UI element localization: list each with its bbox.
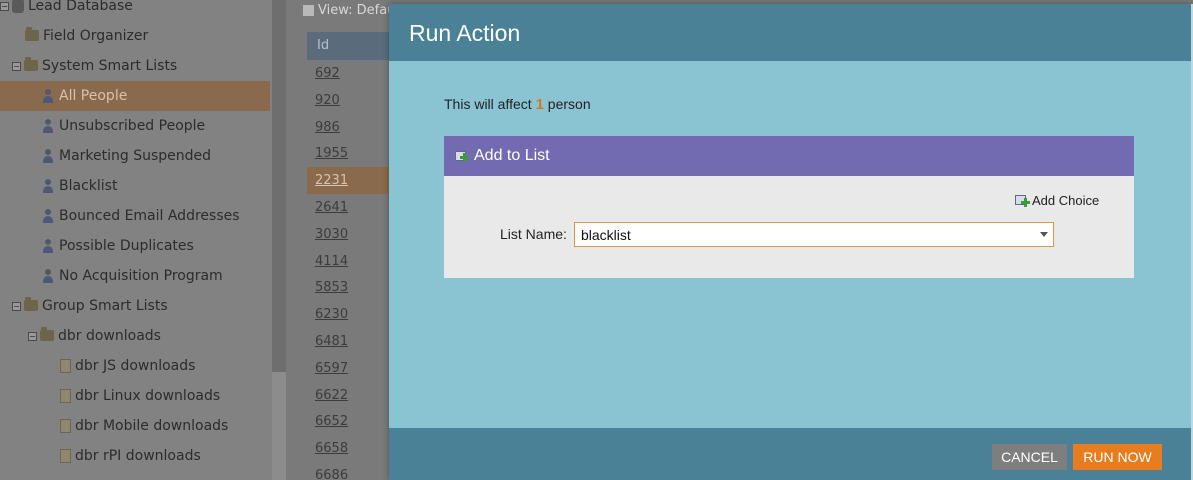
blocked-person-icon	[41, 179, 55, 193]
panel-header: Add to List	[444, 136, 1134, 176]
tree-item-label: Bounced Email Addresses	[59, 208, 240, 224]
grid-view-icon	[303, 5, 314, 16]
tree-item[interactable]: dbr Linux downloads	[0, 381, 220, 411]
panel-title: Add to List	[474, 147, 550, 164]
document-icon	[60, 389, 71, 403]
tree-item-label: Lead Database	[28, 0, 133, 14]
people-icon	[41, 89, 55, 103]
tree-item-label: Marketing Suspended	[59, 148, 212, 164]
tree-item-label: Possible Duplicates	[59, 238, 194, 254]
tree-item[interactable]: − dbr downloads	[0, 321, 161, 351]
document-icon	[60, 359, 71, 373]
add-to-list-icon	[455, 150, 469, 162]
add-choice-label: Add Choice	[1032, 193, 1100, 208]
tree-item-label: System Smart Lists	[42, 58, 178, 74]
tree-item[interactable]: Unsubscribed People	[0, 111, 205, 141]
folder-icon	[25, 26, 39, 41]
tree-item-label: Group Smart Lists	[42, 298, 168, 314]
affect-suffix: person	[547, 96, 591, 112]
tree-item-label: Blacklist	[59, 178, 118, 194]
tree-item[interactable]: Marketing Suspended	[0, 141, 211, 171]
run-action-dialog: Run Action This will affect 1 person Add…	[389, 4, 1192, 480]
tree-scrollbar-thumb[interactable]	[272, 0, 286, 372]
tree-item-label: dbr JS downloads	[75, 358, 196, 374]
dialog-footer: CANCEL RUN NOW	[389, 428, 1192, 480]
tree-item[interactable]: All People	[0, 81, 270, 111]
lead-database-tree: − Lead Database Field Organizer − System Sma…	[0, 0, 272, 480]
tree-item-label: No Acquisition Program	[59, 268, 223, 284]
run-now-button[interactable]: RUN NOW	[1073, 444, 1162, 470]
tree-item[interactable]: − Group Smart Lists	[0, 291, 168, 321]
cancel-button[interactable]: CANCEL	[992, 444, 1067, 470]
database-icon	[12, 0, 24, 13]
tree-item[interactable]: Field Organizer	[0, 21, 148, 51]
chevron-down-icon[interactable]	[1040, 232, 1048, 237]
folder-icon	[40, 326, 54, 341]
folder-icon	[24, 56, 38, 71]
affect-prefix: This will affect	[444, 96, 532, 112]
affect-count: 1	[535, 96, 544, 113]
tree-item-label: dbr Mobile downloads	[75, 418, 229, 434]
tree-item-label: dbr rPI downloads	[75, 448, 201, 464]
collapse-toggle-icon[interactable]: −	[12, 61, 21, 71]
person-icon	[41, 269, 55, 283]
person-icon	[41, 239, 55, 253]
person-icon	[41, 149, 55, 163]
person-icon	[41, 119, 55, 133]
tree-item[interactable]: Blacklist	[0, 171, 117, 201]
add-to-list-panel: Add to List Add Choice List Name:	[444, 136, 1134, 278]
collapse-toggle-icon[interactable]: −	[28, 331, 37, 341]
list-name-label: List Name:	[500, 226, 567, 242]
collapse-toggle-icon[interactable]: −	[0, 1, 9, 11]
document-icon	[60, 449, 71, 463]
add-choice-icon	[1015, 194, 1030, 207]
tree-item[interactable]: dbr JS downloads	[0, 351, 195, 381]
tree-item[interactable]: No Acquisition Program	[0, 261, 223, 291]
tree-item-label: dbr Linux downloads	[75, 388, 221, 404]
tree-item[interactable]: − Lead Database	[0, 0, 133, 21]
tree-item-label: Unsubscribed People	[59, 118, 206, 134]
affect-summary: This will affect 1 person	[444, 96, 591, 113]
tree-item[interactable]: dbr Mobile downloads	[0, 411, 228, 441]
tree-item[interactable]: − System Smart Lists	[0, 51, 177, 81]
tree-item[interactable]: Bounced Email Addresses	[0, 201, 240, 231]
tree-item[interactable]: Possible Duplicates	[0, 231, 194, 261]
list-name-input[interactable]	[575, 223, 1025, 246]
document-icon	[60, 419, 71, 433]
folder-icon	[24, 296, 38, 311]
add-choice-button[interactable]: Add Choice	[1015, 193, 1099, 208]
list-name-combobox[interactable]	[574, 222, 1054, 247]
collapse-toggle-icon[interactable]: −	[12, 301, 21, 311]
tree-item[interactable]: dbr rPI downloads	[0, 441, 201, 471]
tree-item-label: All People	[59, 88, 128, 104]
dialog-title: Run Action	[389, 4, 1192, 61]
view-label[interactable]: View: Defau	[318, 3, 395, 18]
tree-item-label: dbr downloads	[58, 328, 161, 344]
person-icon	[41, 209, 55, 223]
tree-item-label: Field Organizer	[43, 28, 149, 44]
